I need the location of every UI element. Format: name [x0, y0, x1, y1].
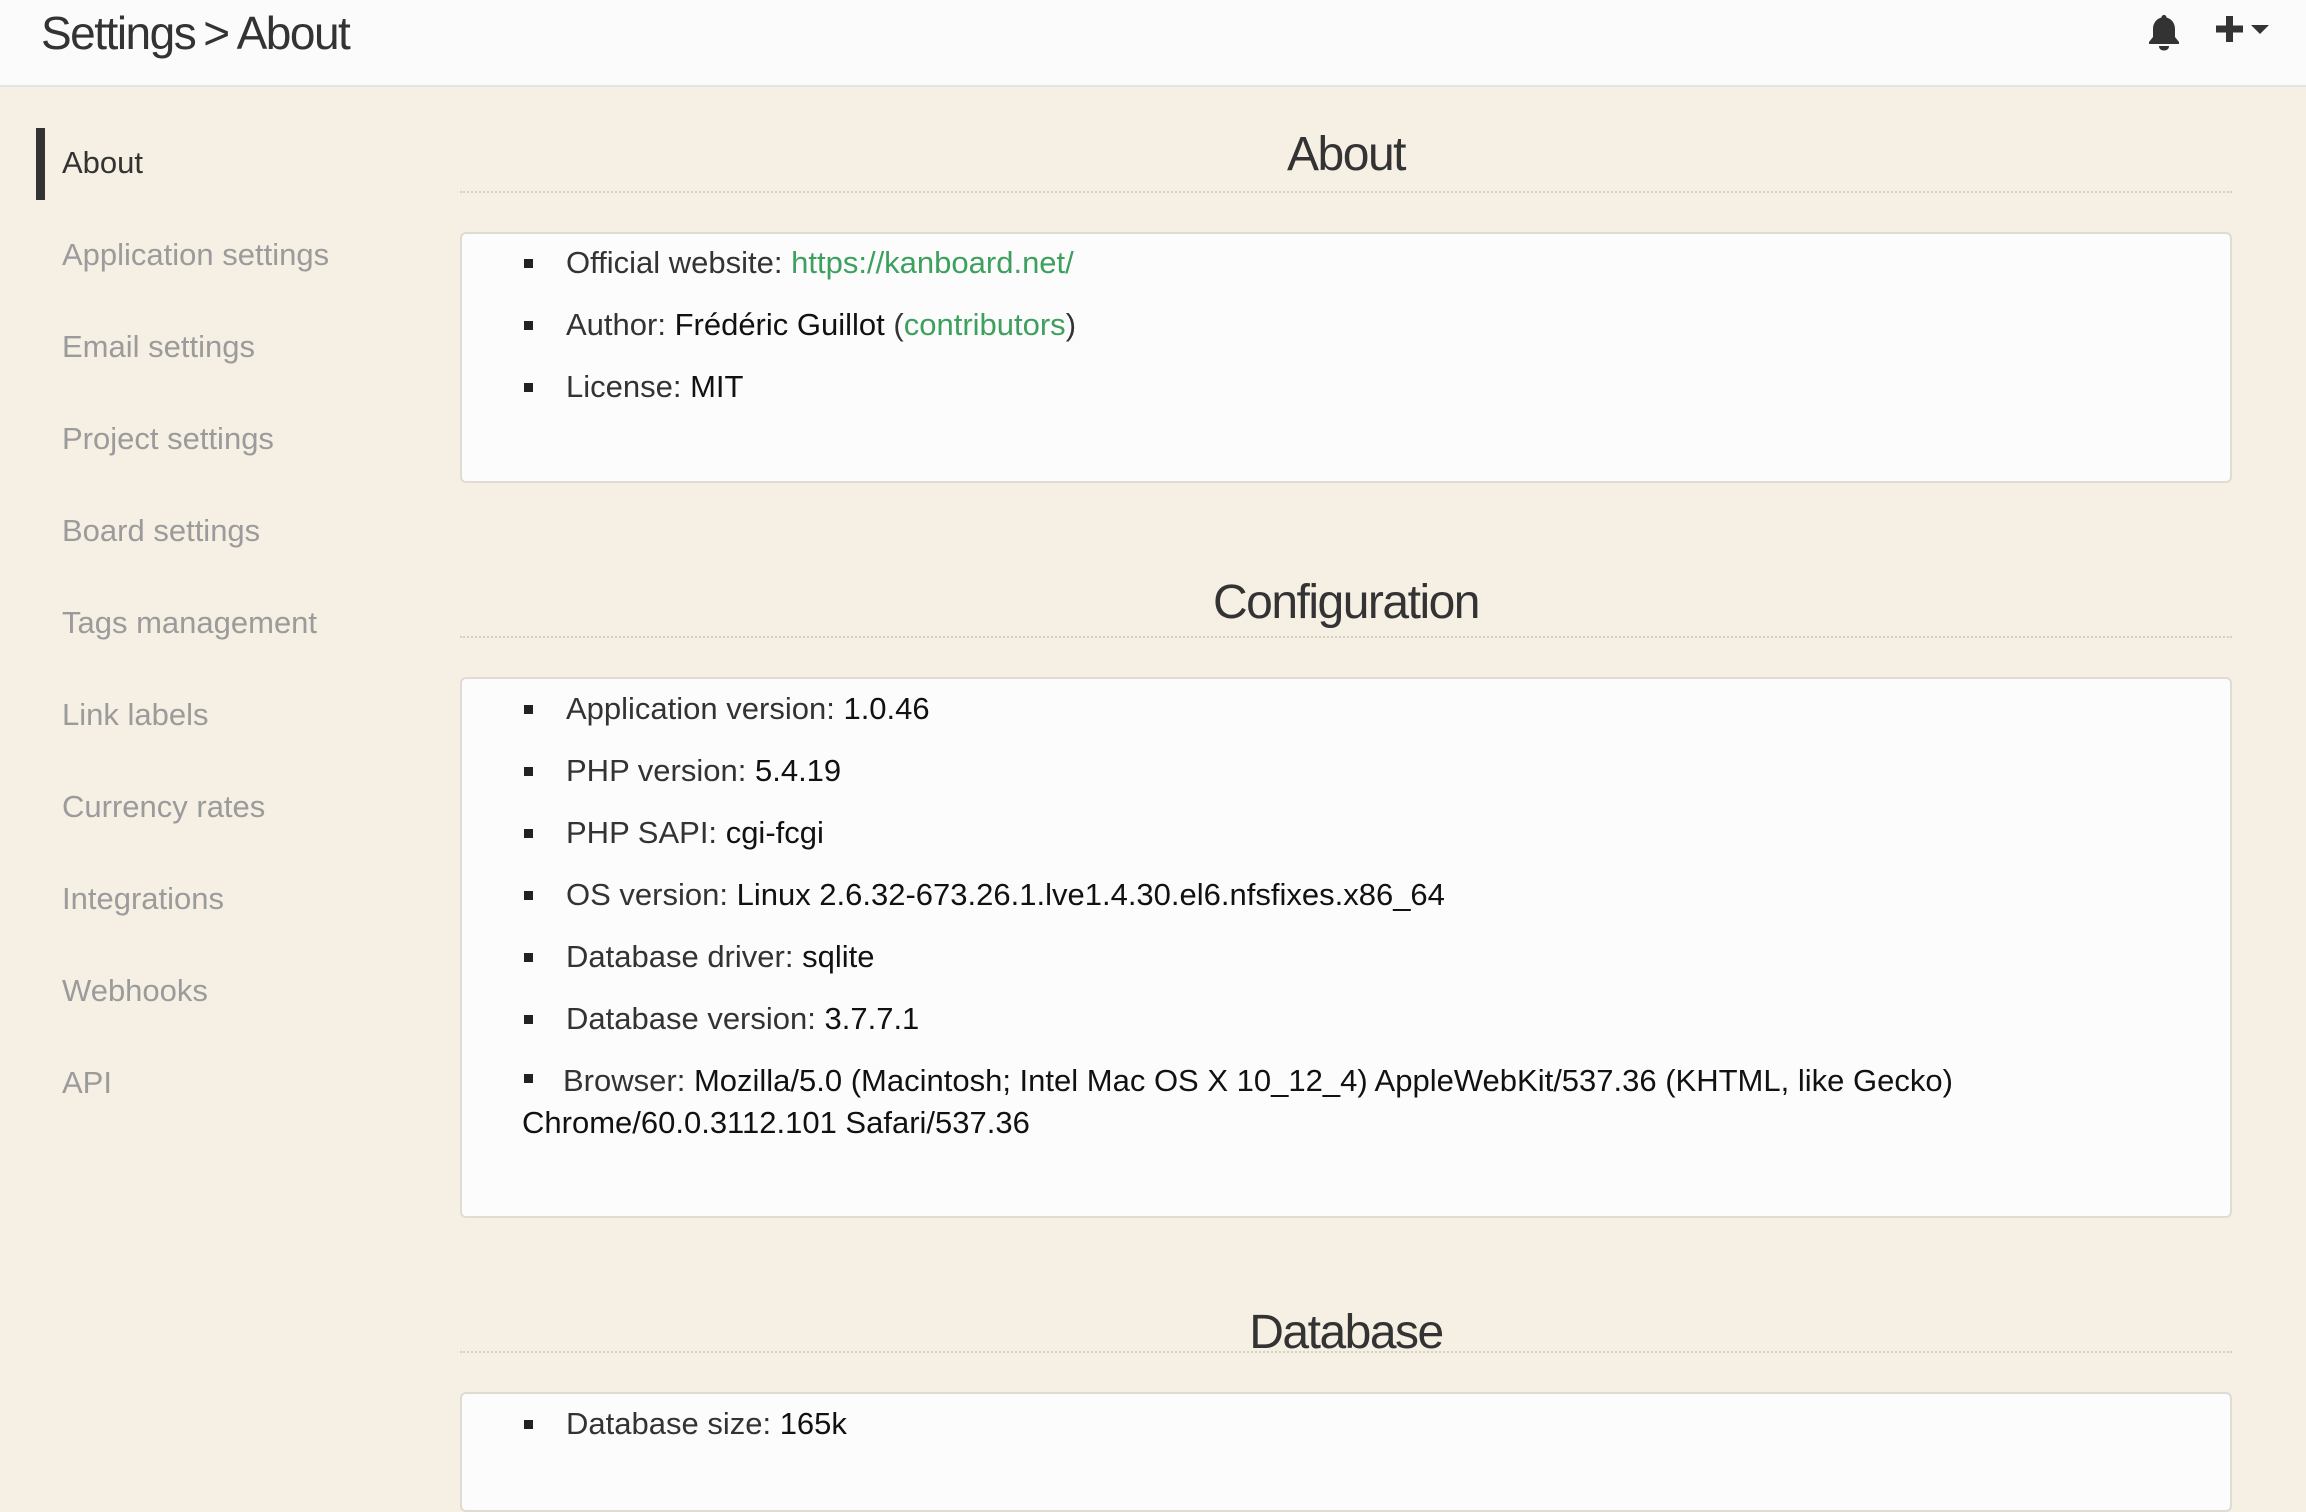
- sidebar-item-label: Currency rates: [62, 789, 266, 824]
- list-item: Application version: 1.0.46: [462, 688, 2230, 730]
- bullet: [524, 321, 533, 330]
- config-label: PHP SAPI:: [566, 815, 718, 850]
- contributors-link[interactable]: contributors: [904, 307, 1066, 342]
- website-label: Official website:: [566, 245, 783, 280]
- bullet: [524, 767, 533, 776]
- bullet: [524, 829, 533, 838]
- sidebar-item-project-settings[interactable]: Project settings: [36, 402, 426, 494]
- database-size-label: Database size:: [566, 1406, 772, 1441]
- bullet: [524, 383, 533, 392]
- top-header: Settings > About: [0, 0, 2306, 87]
- config-value: cgi-fcgi: [725, 815, 824, 850]
- sidebar-item-email-settings[interactable]: Email settings: [36, 310, 426, 402]
- list-item: PHP SAPI: cgi-fcgi: [462, 812, 2230, 854]
- list-item: License: MIT: [462, 366, 2230, 408]
- list-item: OS version: Linux 2.6.32-673.26.1.lve1.4…: [462, 874, 2230, 916]
- sidebar-item-label: Webhooks: [62, 973, 208, 1008]
- sidebar-item-label: Project settings: [62, 421, 274, 456]
- config-label: Database driver:: [566, 939, 794, 974]
- config-label: OS version:: [566, 877, 728, 912]
- config-label: Database version:: [566, 1001, 816, 1036]
- list-item-browser: Browser: Mozilla/5.0 (Macintosh; Intel M…: [462, 1060, 2230, 1144]
- config-value: sqlite: [802, 939, 875, 974]
- paren-close: ): [1065, 307, 1077, 342]
- sidebar-item-label: About: [62, 145, 144, 180]
- configuration-panel: Application version: 1.0.46 PHP version:…: [460, 677, 2232, 1218]
- sidebar-item-label: Tags management: [62, 605, 318, 640]
- sidebar-item-label: Email settings: [62, 329, 255, 364]
- sidebar-item-integrations[interactable]: Integrations: [36, 862, 426, 954]
- breadcrumb-separator: >: [203, 7, 230, 59]
- main-content: About Official website: https://kanboard…: [460, 87, 2232, 1512]
- sidebar-item-label: API: [62, 1065, 112, 1100]
- license-label: License:: [566, 369, 682, 404]
- settings-sidebar: About Application settings Email setting…: [36, 126, 426, 1138]
- database-section-title: Database: [460, 1218, 2232, 1359]
- browser-value: Mozilla/5.0 (Macintosh; Intel Mac OS X 1…: [522, 1063, 1953, 1140]
- sidebar-item-board-settings[interactable]: Board settings: [36, 494, 426, 586]
- sidebar-item-label: Link labels: [62, 697, 209, 732]
- browser-label: Browser:: [563, 1063, 686, 1098]
- config-value: Linux 2.6.32-673.26.1.lve1.4.30.el6.nfsf…: [736, 877, 1445, 912]
- about-panel: Official website: https://kanboard.net/ …: [460, 232, 2232, 483]
- bullet: [524, 259, 533, 268]
- config-value: 3.7.7.1: [824, 1001, 920, 1036]
- sidebar-item-label: Board settings: [62, 513, 261, 548]
- license-value: MIT: [690, 369, 744, 404]
- list-item: Database version: 3.7.7.1: [462, 998, 2230, 1040]
- breadcrumb-settings[interactable]: Settings: [41, 7, 197, 59]
- about-section-title: About: [460, 87, 2232, 193]
- bullet: [524, 705, 533, 714]
- caret-down-icon: [2251, 25, 2269, 34]
- database-size-value: 165k: [779, 1406, 847, 1441]
- paren-open: (: [893, 307, 904, 342]
- list-item: Official website: https://kanboard.net/: [462, 242, 2230, 284]
- breadcrumb-about: About: [236, 7, 351, 59]
- bullet: [524, 891, 533, 900]
- page-title: Settings > About: [41, 4, 351, 62]
- database-panel: Database size: 165k: [460, 1392, 2232, 1512]
- bell-icon[interactable]: [2147, 13, 2181, 51]
- author-value: Frédéric Guillot: [674, 307, 885, 342]
- bullet: [524, 1420, 533, 1429]
- author-label: Author:: [566, 307, 666, 342]
- config-value: 5.4.19: [754, 753, 842, 788]
- sidebar-item-application-settings[interactable]: Application settings: [36, 218, 426, 310]
- sidebar-item-webhooks[interactable]: Webhooks: [36, 954, 426, 1046]
- sidebar-item-label: Application settings: [62, 237, 330, 272]
- sidebar-item-api[interactable]: API: [36, 1046, 426, 1138]
- bullet: [524, 1074, 533, 1084]
- list-item: PHP version: 5.4.19: [462, 750, 2230, 792]
- bullet: [524, 1015, 533, 1024]
- sidebar-item-label: Integrations: [62, 881, 224, 916]
- bullet: [524, 953, 533, 962]
- sidebar-item-about[interactable]: About: [36, 126, 426, 218]
- official-website-link[interactable]: https://kanboard.net/: [791, 245, 1074, 280]
- config-label: Application version:: [566, 691, 835, 726]
- config-value: 1.0.46: [843, 691, 930, 726]
- sidebar-item-link-labels[interactable]: Link labels: [36, 678, 426, 770]
- configuration-section-title: Configuration: [460, 483, 2232, 638]
- list-item: Author: Frédéric Guillot (contributors): [462, 304, 2230, 346]
- config-label: PHP version:: [566, 753, 747, 788]
- list-item: Database driver: sqlite: [462, 936, 2230, 978]
- sidebar-item-tags-management[interactable]: Tags management: [36, 586, 426, 678]
- list-item: Database size: 165k: [462, 1403, 2230, 1445]
- plus-icon: [2216, 16, 2269, 42]
- new-item-menu[interactable]: [2214, 12, 2272, 48]
- sidebar-item-currency-rates[interactable]: Currency rates: [36, 770, 426, 862]
